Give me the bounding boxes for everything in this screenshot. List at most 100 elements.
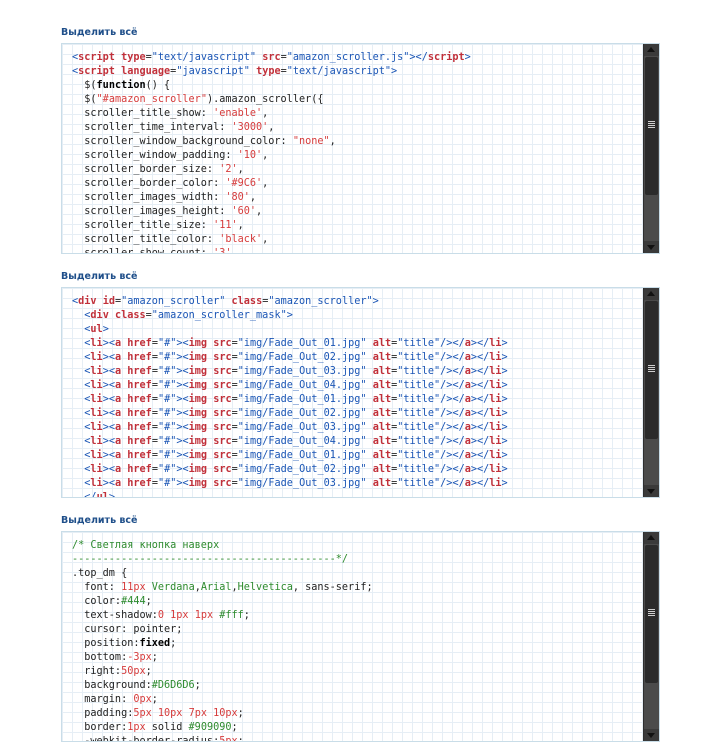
code-token: "title"	[397, 408, 441, 419]
code-token: /></	[440, 366, 465, 377]
code-token: .top_dm {	[72, 568, 128, 579]
code-token: ><	[102, 338, 115, 349]
code-line: scroller_images_height: '60',	[72, 205, 641, 219]
code-token: ><	[102, 394, 115, 405]
code-token: src	[213, 478, 232, 489]
scroll-thumb[interactable]	[645, 57, 658, 195]
code-line: </ul>	[72, 491, 641, 498]
code-token: img	[188, 450, 208, 461]
code-line: padding:5px 10px 7px 10px;	[72, 707, 641, 721]
scroll-thumb[interactable]	[645, 545, 658, 683]
code-token: li	[90, 436, 103, 447]
code-line: scroller_show_count: '3',	[72, 247, 641, 254]
code-block-html[interactable]: <div id="amazon_scroller" class="amazon_…	[61, 287, 660, 498]
code-token: 50px	[121, 666, 146, 677]
code-token: img	[188, 352, 208, 363]
code-token: -webkit-border-radius:	[72, 736, 220, 742]
grip-icon	[648, 609, 655, 616]
code-line: <script type="text/javascript" src="amaz…	[72, 51, 641, 65]
code-token: src	[213, 394, 232, 405]
code-token: Verdana	[151, 582, 195, 593]
code-token: class	[231, 296, 263, 307]
vertical-scrollbar[interactable]	[643, 44, 659, 253]
code-line: -webkit-border-radius:5px;	[72, 735, 641, 742]
code-token: ;	[237, 736, 244, 742]
code-token: ><	[102, 422, 115, 433]
code-token: >	[108, 492, 115, 498]
code-token: >	[501, 380, 508, 391]
code-content: /* Светлая кнопка наверх ----------------…	[72, 539, 641, 742]
code-token: #D6D6D6	[151, 680, 195, 691]
code-token: ></	[470, 478, 490, 489]
code-token: 5px	[219, 736, 238, 742]
code-token: script	[427, 52, 465, 63]
code-content: <script type="text/javascript" src="amaz…	[72, 51, 641, 254]
scroll-down-arrow-icon[interactable]	[644, 729, 659, 741]
vertical-scrollbar[interactable]	[643, 532, 659, 741]
code-token: li	[489, 338, 502, 349]
scroll-up-arrow-icon[interactable]	[644, 44, 659, 56]
code-token: "img/Fade_Out_02.jpg"	[237, 352, 367, 363]
code-token: ></	[470, 464, 490, 475]
code-token: >	[501, 352, 508, 363]
select-all-link-1[interactable]: Выделить всё	[61, 27, 137, 39]
code-token: "img/Fade_Out_04.jpg"	[237, 436, 367, 447]
select-all-link-2[interactable]: Выделить всё	[61, 271, 137, 283]
vertical-scrollbar[interactable]	[643, 288, 659, 497]
code-line: cursor: pointer;	[72, 623, 641, 637]
code-line: <li><a href="#"><img src="img/Fade_Out_0…	[72, 421, 641, 435]
code-block-css[interactable]: /* Светлая кнопка наверх ----------------…	[61, 531, 660, 742]
code-token: "img/Fade_Out_03.jpg"	[237, 366, 367, 377]
code-token: function	[96, 80, 146, 91]
code-token: li	[90, 338, 103, 349]
code-token: ><	[176, 408, 189, 419]
code-token: li	[489, 436, 502, 447]
code-line: scroller_title_size: '11',	[72, 219, 641, 233]
code-token: alt	[372, 380, 392, 391]
code-token: '#9C6'	[225, 178, 263, 189]
code-token: /* Светлая кнопка наверх	[72, 540, 220, 551]
code-token: ,	[231, 248, 238, 254]
code-token: li	[90, 380, 103, 391]
code-token: ><	[102, 464, 115, 475]
code-token: #fff	[219, 610, 244, 621]
code-token: "title"	[397, 436, 441, 447]
code-token: src	[213, 422, 232, 433]
scroll-up-arrow-icon[interactable]	[644, 532, 659, 544]
code-token: li	[489, 450, 502, 461]
code-token: href	[127, 450, 152, 461]
scroll-down-arrow-icon[interactable]	[644, 485, 659, 497]
code-token: "title"	[397, 422, 441, 433]
code-token: ><	[102, 352, 115, 363]
code-token: ><	[176, 464, 189, 475]
code-token: ><	[102, 408, 115, 419]
code-line: <ul>	[72, 323, 641, 337]
code-token: '3'	[213, 248, 232, 254]
scroll-down-arrow-icon[interactable]	[644, 241, 659, 253]
code-token: scroller_images_width:	[72, 192, 226, 203]
scroll-up-arrow-icon[interactable]	[644, 288, 659, 300]
code-token: ul	[90, 324, 103, 335]
code-token: alt	[372, 408, 392, 419]
code-token: /></	[440, 422, 465, 433]
scroll-thumb[interactable]	[645, 301, 658, 439]
select-all-link-3[interactable]: Выделить всё	[61, 515, 137, 527]
code-line: <li><a href="#"><img src="img/Fade_Out_0…	[72, 351, 641, 365]
code-line: ----------------------------------------…	[72, 553, 641, 567]
code-token: "img/Fade_Out_02.jpg"	[237, 408, 367, 419]
code-token: div	[90, 310, 109, 321]
code-block-js[interactable]: <script type="text/javascript" src="amaz…	[61, 43, 660, 254]
code-token: href	[127, 352, 152, 363]
code-token: 1px	[127, 722, 146, 733]
code-token: margin:	[72, 694, 134, 705]
code-line: $(function() {	[72, 79, 641, 93]
code-token: alt	[372, 422, 392, 433]
code-token: "title"	[397, 366, 441, 377]
code-token: li	[489, 394, 502, 405]
code-token: ><	[176, 436, 189, 447]
code-token: ;	[194, 680, 201, 691]
